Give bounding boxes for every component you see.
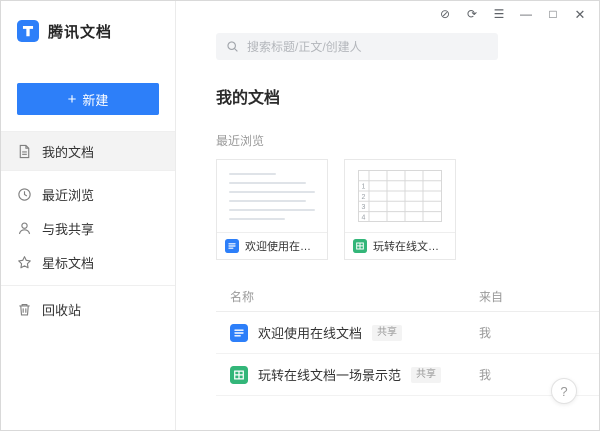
help-button[interactable]: ? <box>551 378 577 404</box>
minimize-icon[interactable]: — <box>519 8 533 20</box>
sidebar: 腾讯文档 + 新建 我的文档 最近浏览 与我共享 星标文档 回收站 <box>1 1 176 430</box>
sidebar-item-shared-with-me[interactable]: 与我共享 <box>1 211 175 245</box>
recent-section-title: 最近浏览 <box>216 134 265 148</box>
document-icon <box>17 144 32 159</box>
sidebar-item-label: 我的文档 <box>42 144 95 160</box>
column-header-from: 来自 <box>479 290 504 304</box>
sidebar-nav-primary: 我的文档 <box>1 132 175 170</box>
table-header: 名称 来自 <box>216 282 599 312</box>
sidebar-nav-trash: 回收站 <box>1 286 175 332</box>
sheet-row-number: 1 <box>362 184 366 191</box>
main-content: 我的文档 最近浏览 <box>176 1 599 430</box>
sidebar-item-starred[interactable]: 星标文档 <box>1 245 175 279</box>
maximize-icon[interactable]: □ <box>546 8 560 20</box>
clock-icon <box>17 187 32 202</box>
sidebar-item-label: 星标文档 <box>42 255 95 271</box>
incognito-icon[interactable]: ⊘ <box>438 8 452 20</box>
plus-icon: + <box>67 90 77 108</box>
document-table: 名称 来自 欢迎使用在线文档 共享 我 玩转在线文档一场景示范 共享 我 <box>216 282 599 396</box>
card-title: 欢迎使用在线文档 <box>245 241 319 253</box>
shared-badge: 共享 <box>411 366 442 383</box>
sheet-row-number: 4 <box>362 214 366 221</box>
app-logo-icon <box>17 20 39 42</box>
doc-file-icon <box>230 323 248 342</box>
document-name: 玩转在线文档一场景示范 <box>258 368 402 383</box>
search-icon <box>226 40 239 53</box>
sidebar-item-label: 回收站 <box>42 302 82 318</box>
shared-badge: 共享 <box>372 324 403 341</box>
close-icon[interactable]: ✕ <box>573 8 587 21</box>
app-logo: 腾讯文档 <box>1 1 175 43</box>
column-header-name: 名称 <box>230 290 255 304</box>
star-icon <box>17 255 32 270</box>
doc-thumbnail <box>217 160 327 233</box>
person-icon <box>17 221 32 236</box>
trash-icon <box>17 302 32 317</box>
app-title: 腾讯文档 <box>48 23 113 41</box>
new-document-button[interactable]: + 新建 <box>17 83 159 115</box>
app-window: ⊘ ⟳ ☰ — □ ✕ 腾讯文档 + 新建 我的文档 最近浏览 与我共享 星标文… <box>0 0 600 431</box>
search-input[interactable] <box>247 39 488 54</box>
sheet-file-icon <box>230 365 248 384</box>
sidebar-item-recent[interactable]: 最近浏览 <box>1 177 175 211</box>
document-owner: 我 <box>479 326 492 340</box>
sidebar-item-label: 与我共享 <box>42 221 95 237</box>
page-title: 我的文档 <box>216 90 281 107</box>
refresh-icon[interactable]: ⟳ <box>465 8 479 20</box>
sheet-row-number: 2 <box>362 194 366 201</box>
sidebar-nav-secondary: 最近浏览 与我共享 星标文档 <box>1 171 175 285</box>
recent-cards: 欢迎使用在线文档 1 2 3 4 <box>216 159 599 260</box>
doc-file-icon <box>225 239 239 253</box>
search-bar[interactable] <box>216 33 498 60</box>
table-row[interactable]: 欢迎使用在线文档 共享 我 <box>216 312 599 354</box>
sidebar-item-my-documents[interactable]: 我的文档 <box>1 132 175 170</box>
window-controls: ⊘ ⟳ ☰ — □ ✕ <box>438 1 599 27</box>
recent-card-doc[interactable]: 欢迎使用在线文档 <box>216 159 328 260</box>
sheet-file-icon <box>353 239 367 253</box>
recent-card-sheet[interactable]: 1 2 3 4 玩转在线文档一... <box>344 159 456 260</box>
document-name: 欢迎使用在线文档 <box>258 326 363 341</box>
sidebar-item-label: 最近浏览 <box>42 187 95 203</box>
new-button-label: 新建 <box>82 92 109 108</box>
sheet-row-number: 3 <box>362 204 366 211</box>
menu-icon[interactable]: ☰ <box>492 8 506 20</box>
sidebar-item-recycle-bin[interactable]: 回收站 <box>1 292 175 326</box>
card-title: 玩转在线文档一... <box>373 241 447 253</box>
document-owner: 我 <box>479 368 492 382</box>
sheet-thumbnail: 1 2 3 4 <box>345 160 455 233</box>
table-row[interactable]: 玩转在线文档一场景示范 共享 我 <box>216 354 599 396</box>
